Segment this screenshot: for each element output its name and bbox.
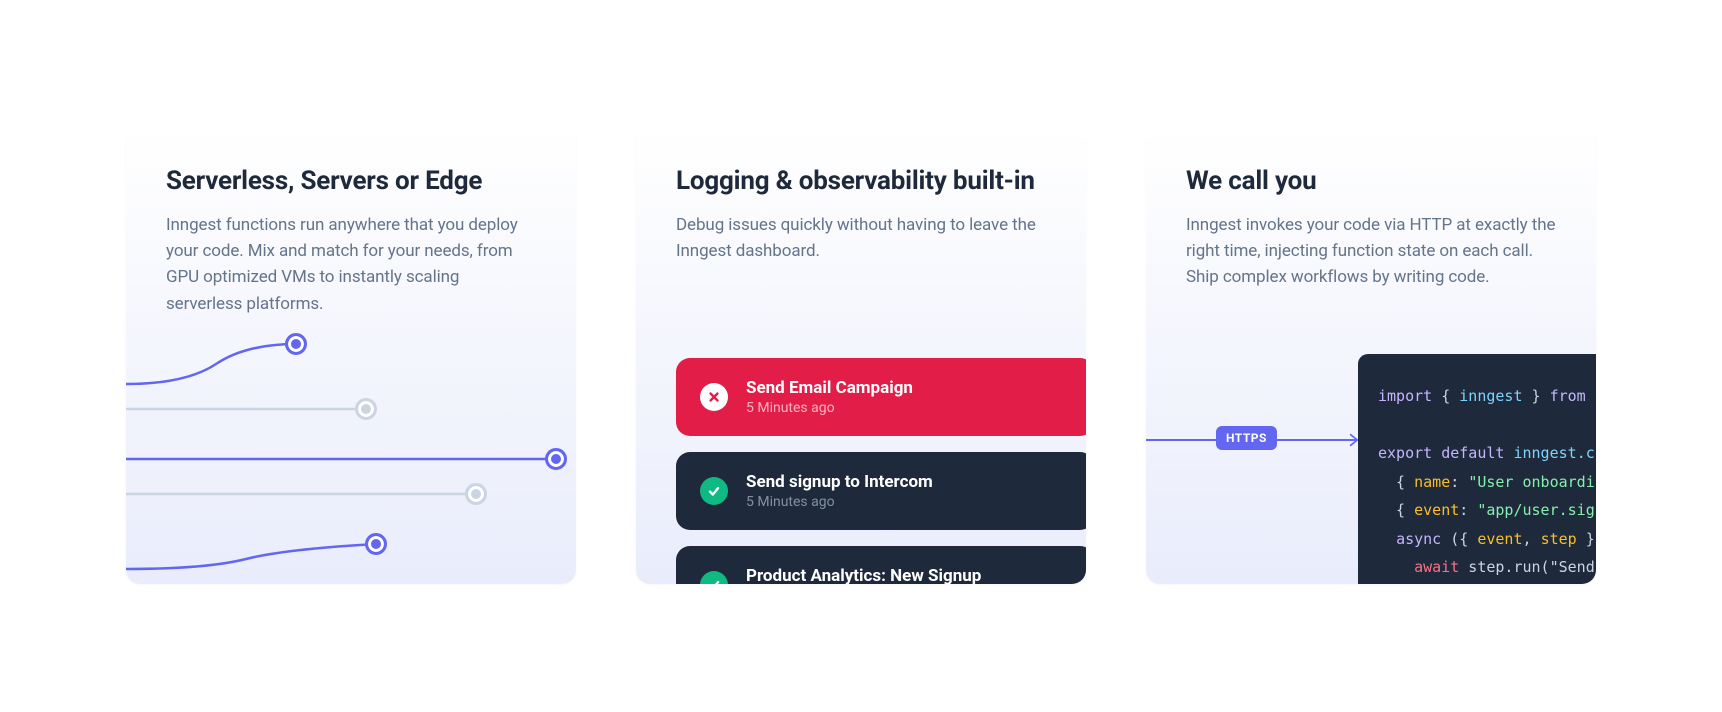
log-timestamp: 5 Minutes ago: [746, 494, 933, 510]
log-timestamp: 5 Minutes ago: [746, 400, 913, 416]
card-title: Serverless, Servers or Edge: [166, 166, 536, 198]
success-icon: [700, 571, 728, 584]
success-icon: [700, 477, 728, 505]
card-title: We call you: [1186, 166, 1556, 198]
graph-node-icon: [285, 333, 307, 355]
error-icon: [700, 383, 728, 411]
log-item-success[interactable]: Send signup to Intercom 5 Minutes ago: [676, 452, 1086, 530]
feature-card-serverless: Serverless, Servers or Edge Inngest func…: [126, 128, 576, 584]
network-graph: [126, 314, 576, 584]
log-title: Send Email Campaign: [746, 378, 913, 398]
log-title: Send signup to Intercom: [746, 472, 933, 492]
log-list: Send Email Campaign 5 Minutes ago Send s…: [676, 358, 1086, 584]
log-item-success[interactable]: Product Analytics: New Signup 5 Minutes …: [676, 546, 1086, 584]
code-snippet: import { inngest } from i export default…: [1358, 354, 1596, 584]
log-item-error[interactable]: Send Email Campaign 5 Minutes ago: [676, 358, 1086, 436]
code-visual: HTTPS import { inngest } from i export d…: [1146, 354, 1596, 584]
graph-node-icon: [355, 398, 377, 420]
card-description: Inngest invokes your code via HTTP at ex…: [1186, 212, 1556, 291]
graph-node-icon: [465, 483, 487, 505]
card-description: Inngest functions run anywhere that you …: [166, 212, 536, 317]
graph-node-icon: [365, 533, 387, 555]
graph-node-icon: [545, 448, 567, 470]
feature-card-we-call-you: We call you Inngest invokes your code vi…: [1146, 128, 1596, 584]
https-badge: HTTPS: [1216, 426, 1277, 450]
card-title: Logging & observability built-in: [676, 166, 1046, 198]
feature-card-logging: Logging & observability built-in Debug i…: [636, 128, 1086, 584]
log-title: Product Analytics: New Signup: [746, 566, 981, 584]
card-description: Debug issues quickly without having to l…: [676, 212, 1046, 265]
